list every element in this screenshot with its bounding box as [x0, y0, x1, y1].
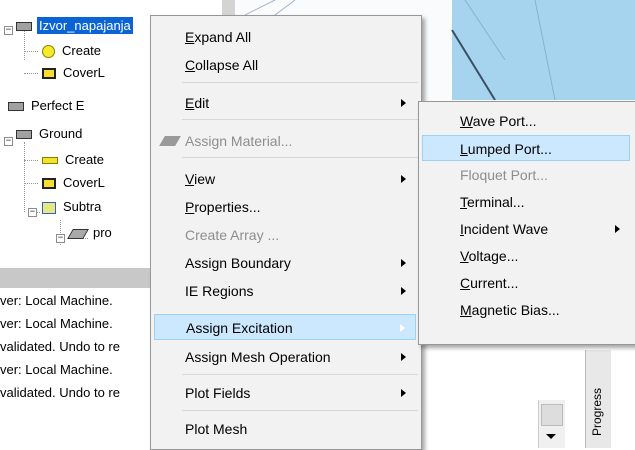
progress-tab[interactable]: Progress	[585, 350, 611, 448]
context-menu: Expand All Collapse All Edit Assign Mate…	[150, 15, 422, 450]
scroll-thumb[interactable]	[541, 404, 563, 426]
menu-item-incident-wave[interactable]: Incident Wave	[422, 216, 630, 242]
menu-item-voltage[interactable]: Voltage...	[422, 243, 630, 269]
excitation-submenu: Wave Port... Lumped Port... Floquet Port…	[418, 101, 635, 345]
menu-item-current[interactable]: Current...	[422, 270, 630, 296]
assign-material-icon	[159, 136, 181, 146]
message-manager: ver: Local Machine. ver: Local Machine. …	[0, 290, 150, 448]
cover-lines-icon	[42, 178, 56, 190]
scroll-down-icon[interactable]	[546, 434, 556, 439]
tree-node-label: Izvor_napajanja	[36, 16, 134, 35]
menu-separator	[182, 119, 418, 120]
collapse-toggle-icon[interactable]: −	[56, 234, 65, 243]
vertical-scrollbar[interactable]	[538, 400, 565, 448]
tree-node[interactable]: CoverL	[42, 173, 107, 193]
submenu-arrow-icon	[401, 259, 406, 267]
tree-node-label: Create	[62, 43, 102, 58]
sheet-object-icon	[16, 130, 32, 140]
create-rectangle-icon	[42, 157, 58, 165]
collapse-toggle-icon[interactable]: −	[28, 208, 37, 217]
tree-node[interactable]: Create	[42, 41, 103, 61]
menu-item-plot-fields[interactable]: Plot Fields	[154, 380, 416, 406]
tree-node-label: Perfect E	[31, 98, 85, 113]
menu-item-view[interactable]: View	[154, 166, 416, 192]
tree-node-label: CoverL	[63, 175, 105, 190]
menu-separator	[182, 157, 418, 158]
tree-node[interactable]: Create	[42, 150, 106, 170]
sheet-object-icon	[16, 22, 32, 32]
collapse-toggle-icon[interactable]: −	[4, 137, 13, 146]
message-line: validated. Undo to re	[0, 339, 120, 354]
submenu-arrow-icon	[401, 353, 406, 361]
tree-node[interactable]: Perfect E	[8, 96, 86, 116]
menu-item-plot-mesh[interactable]: Plot Mesh	[154, 416, 416, 442]
tree-node-label: Subtra	[63, 199, 102, 214]
menu-item-assign-material[interactable]: Assign Material...	[154, 128, 416, 154]
menu-separator	[182, 82, 418, 83]
tree-node-label: Create	[65, 152, 105, 167]
menu-item-floquet-port[interactable]: Floquet Port...	[422, 162, 630, 188]
tree-node[interactable]: Ground	[16, 124, 84, 144]
progress-tab-label: Progress	[590, 387, 604, 436]
menu-item-edit[interactable]: Edit	[154, 90, 416, 116]
menu-item-lumped-port[interactable]: Lumped Port...	[422, 135, 630, 161]
message-line: ver: Local Machine.	[0, 362, 113, 377]
subtract-icon	[42, 201, 56, 214]
menu-separator	[182, 410, 418, 411]
menu-item-wave-port[interactable]: Wave Port...	[422, 108, 630, 134]
tree-node[interactable]: Subtra	[42, 197, 103, 217]
menu-item-terminal[interactable]: Terminal...	[422, 189, 630, 215]
menu-item-magnetic-bias[interactable]: Magnetic Bias...	[422, 297, 630, 323]
menu-item-ie-regions[interactable]: IE Regions	[154, 278, 416, 304]
tree-node-label: pro	[93, 225, 112, 240]
tree-node-label: CoverL	[63, 65, 105, 80]
cover-lines-icon	[42, 68, 56, 80]
submenu-arrow-icon	[401, 175, 406, 183]
message-line: ver: Local Machine.	[0, 316, 113, 331]
tree-node[interactable]: CoverL	[42, 63, 107, 83]
submenu-arrow-icon	[401, 389, 406, 397]
menu-item-expand-all[interactable]: Expand All	[154, 24, 416, 50]
collapse-toggle-icon[interactable]: −	[4, 26, 13, 35]
create-circle-icon	[42, 45, 55, 59]
submenu-arrow-icon	[615, 225, 620, 233]
sheet-object-icon	[8, 102, 24, 112]
menu-separator	[182, 374, 418, 375]
tree-node-label: Ground	[39, 126, 83, 141]
tree-node-selected[interactable]: Izvor_napajanja	[16, 16, 134, 36]
polyline-object-icon	[67, 228, 89, 239]
menu-item-assign-boundary[interactable]: Assign Boundary	[154, 250, 416, 276]
submenu-arrow-icon	[401, 287, 406, 295]
menu-item-collapse-all[interactable]: Collapse All	[154, 52, 416, 78]
tree-node[interactable]: pro	[67, 223, 114, 243]
menu-item-create-array[interactable]: Create Array ...	[154, 222, 416, 248]
message-line: validated. Undo to re	[0, 385, 120, 400]
submenu-arrow-icon	[400, 324, 405, 332]
menu-item-properties[interactable]: Properties...	[154, 194, 416, 220]
menu-item-assign-excitation[interactable]: Assign Excitation	[154, 314, 416, 340]
message-line: ver: Local Machine.	[0, 293, 113, 308]
menu-item-assign-mesh-operation[interactable]: Assign Mesh Operation	[154, 344, 416, 370]
submenu-arrow-icon	[401, 99, 406, 107]
